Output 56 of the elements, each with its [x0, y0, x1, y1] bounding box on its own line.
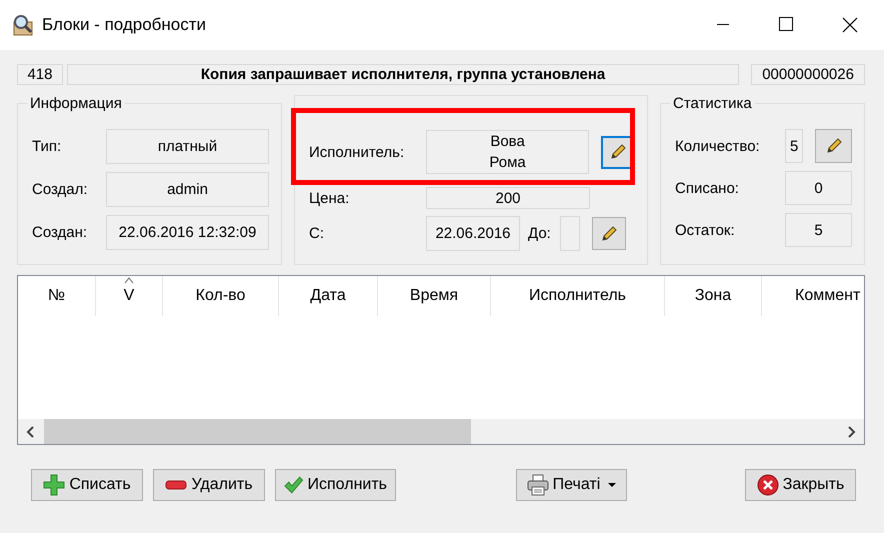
printer-icon	[526, 474, 549, 496]
value-field: платный	[106, 129, 269, 164]
dropdown-arrow-icon	[608, 483, 616, 487]
column-header[interactable]: Кол-во	[163, 276, 279, 316]
value-field: 5	[785, 213, 852, 247]
value-field: admin	[106, 172, 269, 207]
column-header[interactable]: V	[96, 276, 163, 316]
value-field: 5	[785, 129, 804, 163]
plus-icon	[43, 474, 66, 496]
price-field: 200	[426, 187, 590, 209]
column-header[interactable]: Исполнитель	[491, 276, 665, 316]
field-label: Тип:	[32, 138, 62, 155]
minus-icon	[165, 480, 188, 490]
group-title: Информация	[29, 95, 123, 112]
column-header[interactable]: Время	[378, 276, 491, 316]
magnifier-icon	[12, 14, 34, 36]
field-label: Списано:	[675, 180, 740, 196]
column-header[interactable]: Коммент	[762, 276, 864, 316]
action-button[interactable]: Списать	[31, 469, 143, 501]
date-field: 22.06.2016	[426, 216, 520, 251]
action-button[interactable]: Удалить	[153, 469, 265, 501]
pencil-icon	[824, 137, 843, 155]
column-header[interactable]: №	[18, 276, 96, 316]
column-header[interactable]: Дата	[279, 276, 378, 316]
field-label: До:	[528, 225, 552, 242]
status-field: Копия запрашивает исполнителя, группа установлена	[66, 64, 740, 85]
field-label: Цена:	[309, 190, 350, 206]
scroll-left-icon[interactable]	[26, 426, 36, 438]
value-field: 22.06.2016 12:32:09	[106, 215, 269, 250]
number-field: 00000000026	[751, 64, 865, 85]
field-label: Исполнитель:	[309, 144, 406, 160]
field-label: Создан:	[32, 224, 88, 241]
action-button[interactable]: Исполнить	[275, 469, 396, 501]
print-dropdown-button[interactable]: Печаті	[516, 469, 627, 501]
scrollbar-thumb[interactable]	[44, 419, 471, 444]
group-title: Статистика	[672, 95, 753, 112]
edit-button[interactable]	[815, 129, 852, 163]
maximize-icon[interactable]	[779, 17, 793, 31]
performer-field: Вова Рома	[426, 130, 590, 174]
close-icon	[756, 474, 779, 496]
pencil-icon	[609, 143, 628, 161]
checkmark-icon	[284, 476, 304, 494]
column-header[interactable]: Зона	[665, 276, 762, 316]
field-label: С:	[309, 225, 325, 242]
record-id-field: 418	[17, 64, 63, 85]
edit-button[interactable]	[592, 217, 626, 250]
value-field: 0	[785, 171, 852, 205]
field-label: Количество:	[675, 138, 761, 154]
field-label: Создал:	[32, 181, 89, 198]
close-icon[interactable]	[842, 17, 858, 33]
field-label: Остаток:	[675, 222, 736, 238]
action-button[interactable]: Закрыть	[745, 469, 856, 501]
date-field	[560, 216, 580, 251]
scroll-right-icon[interactable]	[846, 426, 856, 438]
pencil-icon	[600, 224, 618, 242]
window-title: Блоки - подробности	[42, 15, 208, 35]
